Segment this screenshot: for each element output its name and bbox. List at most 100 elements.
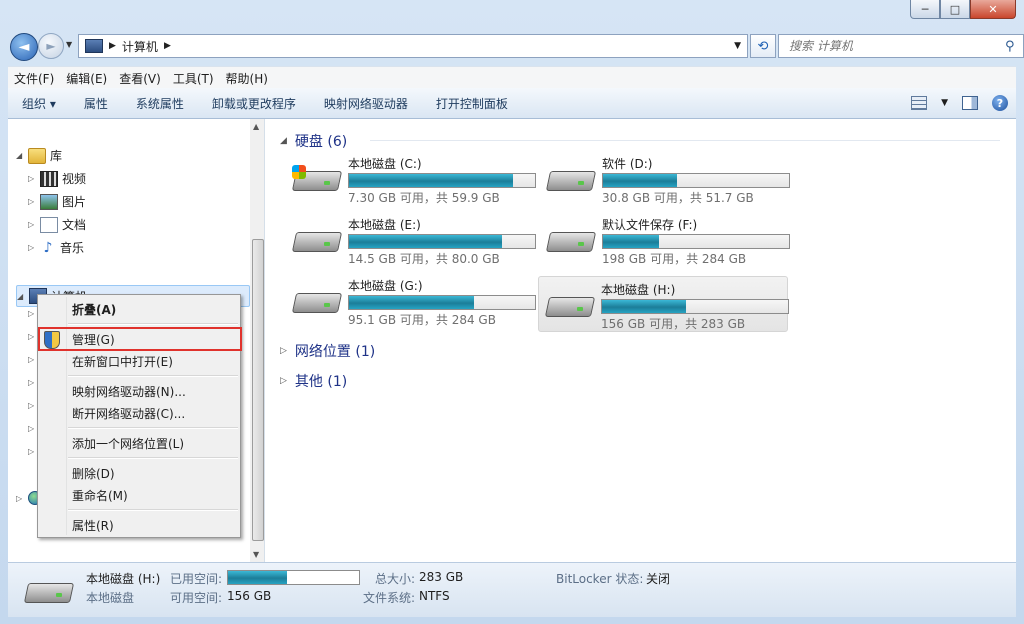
menu-item-delete[interactable]: 删除(D) [72, 465, 115, 482]
drive-name: 本地磁盘 (E:) [348, 218, 421, 232]
group-header-network[interactable]: ▷ 网络位置 (1) [280, 341, 375, 361]
drive-tile-h[interactable]: 本地磁盘 (H:) 156 GB 可用，共 283 GB [538, 276, 789, 332]
expand-arrow-icon[interactable]: ▷ [16, 494, 28, 503]
drive-tile-g[interactable]: 本地磁盘 (G:) 95.1 GB 可用，共 284 GB [286, 273, 536, 327]
detail-bitlocker-value: 关闭 [646, 572, 671, 586]
drive-space-info: 156 GB 可用，共 283 GB [601, 317, 746, 331]
system-properties-button[interactable]: 系统属性 [122, 95, 198, 112]
open-control-panel-button[interactable]: 打开控制面板 [422, 95, 522, 112]
tree-label: 文档 [62, 218, 87, 232]
close-button[interactable]: ✕ [970, 0, 1016, 19]
menu-file[interactable]: 文件(F) [8, 70, 60, 87]
scroll-down-icon[interactable]: ▼ [253, 550, 259, 559]
drive-tile-c[interactable]: 本地磁盘 (C:) 7.30 GB 可用，共 59.9 GB [286, 151, 536, 205]
system-drive-icon [291, 163, 343, 193]
drive-usage-bar [601, 299, 789, 314]
expand-arrow-icon[interactable]: ▷ [28, 174, 40, 183]
drive-usage-bar [348, 234, 536, 249]
group-header-other[interactable]: ▷ 其他 (1) [280, 371, 347, 391]
view-dropdown-icon[interactable]: ▼ [941, 98, 948, 108]
windows-logo-icon [292, 165, 306, 179]
collapse-arrow-icon[interactable]: ◢ [16, 151, 28, 160]
tree-label: 音乐 [60, 241, 85, 255]
maximize-button[interactable]: □ [940, 0, 970, 19]
group-title: 其他 (1) [294, 374, 348, 390]
menu-separator [68, 323, 238, 325]
expand-arrow-icon[interactable]: ▷ [28, 220, 40, 229]
expand-arrow-icon[interactable]: ▷ [28, 243, 40, 252]
tree-item-music[interactable]: ▷ ♪ 音乐 [28, 239, 84, 256]
back-button[interactable]: ◄ [10, 33, 38, 61]
preview-pane-icon[interactable] [962, 96, 978, 110]
group-header-hdd[interactable]: ◢ 硬盘 (6) [280, 131, 1000, 151]
drive-usage-bar [602, 173, 790, 188]
usage-fill [349, 235, 502, 248]
detail-free-value: 156 GB [227, 589, 272, 603]
menu-item-disconnect-drive[interactable]: 断开网络驱动器(C)... [72, 405, 185, 422]
menu-item-rename[interactable]: 重命名(M) [72, 487, 128, 504]
drive-space-info: 95.1 GB 可用，共 284 GB [348, 313, 496, 327]
breadcrumb-chevron-icon[interactable]: ▶ [109, 41, 116, 51]
drive-tile-e[interactable]: 本地磁盘 (E:) 14.5 GB 可用，共 80.0 GB [286, 212, 536, 266]
help-icon[interactable]: ? [992, 95, 1008, 111]
menu-item-add-location[interactable]: 添加一个网络位置(L) [72, 435, 184, 452]
tree-label: 视频 [62, 172, 87, 186]
forward-button[interactable]: ► [38, 33, 64, 59]
minimize-button[interactable]: ─ [910, 0, 940, 19]
detail-fs-label: 文件系统: [363, 591, 416, 605]
address-dropdown-icon[interactable]: ▼ [734, 41, 741, 51]
properties-button[interactable]: 属性 [70, 95, 122, 112]
search-icon[interactable]: ⚲ [1005, 39, 1023, 54]
tree-item-documents[interactable]: ▷ 文档 [28, 216, 86, 233]
menu-item-open-new-window[interactable]: 在新窗口中打开(E) [72, 353, 173, 370]
detail-fs-value: NTFS [419, 589, 450, 603]
organize-button[interactable]: 组织 ▾ [8, 95, 70, 112]
tree-label: 库 [50, 149, 63, 163]
drive-tile-d[interactable]: 软件 (D:) 30.8 GB 可用，共 51.7 GB [540, 151, 790, 205]
address-bar[interactable]: ▶ 计算机 ▶ ▼ [78, 34, 748, 58]
collapse-arrow-icon[interactable]: ◢ [17, 292, 29, 301]
context-menu: 折叠(A) 管理(G) 在新窗口中打开(E) 映射网络驱动器(N)... 断开网… [37, 294, 242, 538]
drive-name: 本地磁盘 (G:) [348, 279, 423, 293]
uninstall-program-button[interactable]: 卸载或更改程序 [198, 95, 310, 112]
drive-usage-bar [348, 295, 536, 310]
nav-scrollbar[interactable]: ▲ ▼ [250, 119, 264, 562]
menu-edit[interactable]: 编辑(E) [60, 70, 113, 87]
tree-item-pictures[interactable]: ▷ 图片 [28, 193, 86, 210]
history-dropdown-icon[interactable]: ▼ [66, 40, 72, 49]
scroll-up-icon[interactable]: ▲ [253, 122, 259, 131]
hard-drive-icon [545, 163, 597, 193]
expand-arrow-icon[interactable]: ▷ [28, 197, 40, 206]
collapse-arrow-icon[interactable]: ◢ [280, 136, 287, 146]
hard-drive-icon [291, 285, 343, 315]
menu-separator [68, 457, 238, 459]
drive-tile-f[interactable]: 默认文件保存 (F:) 198 GB 可用，共 284 GB [540, 212, 790, 266]
scroll-thumb[interactable] [252, 239, 264, 541]
tree-item-library[interactable]: ◢ 库 [16, 147, 62, 164]
tree-item-video[interactable]: ▷ 视频 [28, 170, 86, 187]
menu-view[interactable]: 查看(V) [113, 70, 167, 87]
usage-fill [603, 174, 678, 187]
drive-space-info: 7.30 GB 可用，共 59.9 GB [348, 191, 500, 205]
usage-fill [349, 296, 474, 309]
search-input[interactable] [779, 38, 1005, 54]
expand-arrow-icon[interactable]: ▷ [280, 376, 287, 386]
search-box[interactable]: ⚲ [778, 34, 1024, 58]
menu-item-properties[interactable]: 属性(R) [72, 517, 114, 534]
expand-arrow-icon[interactable]: ▷ [280, 346, 287, 356]
menu-help[interactable]: 帮助(H) [220, 70, 274, 87]
refresh-button[interactable]: ⟲ [750, 34, 776, 58]
menu-item-map-drive[interactable]: 映射网络驱动器(N)... [72, 383, 186, 400]
menu-tools[interactable]: 工具(T) [167, 70, 220, 87]
breadcrumb-computer[interactable]: 计算机 [122, 38, 158, 55]
menu-item-collapse[interactable]: 折叠(A) [72, 301, 116, 318]
map-network-drive-button[interactable]: 映射网络驱动器 [310, 95, 422, 112]
detail-used-label: 已用空间: [170, 572, 223, 586]
drive-space-info: 198 GB 可用，共 284 GB [602, 252, 747, 266]
breadcrumb-chevron-icon[interactable]: ▶ [164, 41, 171, 51]
drive-name: 默认文件保存 (F:) [602, 218, 698, 232]
change-view-icon[interactable] [911, 96, 928, 110]
detail-bitlocker-label: BitLocker 状态: [556, 572, 644, 586]
detail-usage-bar [227, 570, 360, 585]
group-divider [370, 140, 1000, 141]
